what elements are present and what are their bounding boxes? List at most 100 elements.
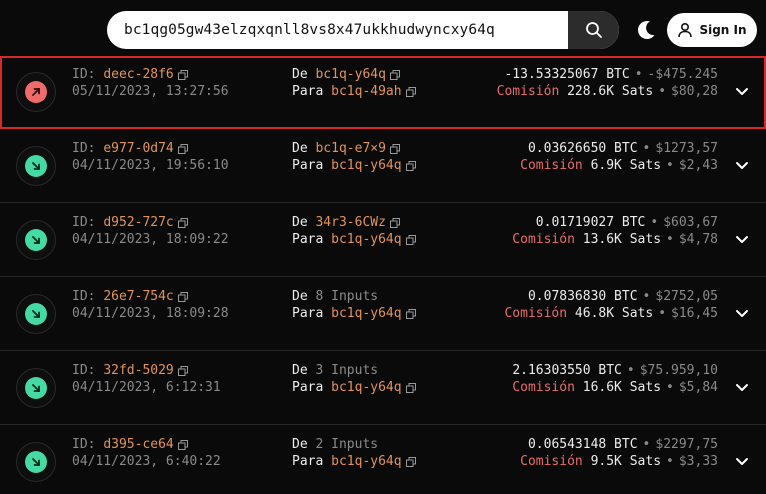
copy-icon[interactable]	[177, 439, 188, 450]
to-label: Para	[292, 84, 324, 99]
transaction-row[interactable]: ID: e977-0d74 04/11/2023, 19:56:10 De bc…	[0, 130, 766, 203]
id-label: ID:	[72, 215, 96, 230]
bullet: •	[666, 232, 674, 247]
direction-badge	[16, 72, 56, 112]
tx-addresses-column: De 34r3-6CWz Para bc1q-y64q	[292, 214, 416, 248]
to-label: Para	[292, 158, 324, 173]
moon-icon	[638, 20, 655, 39]
copy-icon[interactable]	[177, 365, 188, 376]
fee-usd: $16,45	[671, 306, 718, 321]
direction-badge	[16, 146, 56, 186]
copy-icon[interactable]	[177, 143, 188, 154]
sign-in-button[interactable]: Sign In	[667, 13, 757, 47]
copy-icon[interactable]	[405, 160, 416, 171]
copy-icon[interactable]	[405, 456, 416, 467]
id-label: ID:	[72, 363, 96, 378]
from-label: De	[292, 215, 308, 230]
tx-addresses-column: De 2 Inputs Para bc1q-y64q	[292, 436, 416, 470]
fee-sats: 6.9K Sats	[590, 158, 662, 173]
amount-btc: 0.03626650 BTC	[527, 141, 638, 156]
transaction-row[interactable]: ID: d952-727c 04/11/2023, 18:09:22 De 34…	[0, 204, 766, 277]
amount-usd: $75.959,10	[639, 363, 718, 378]
to-address[interactable]: bc1q-y64q	[331, 453, 401, 470]
from-address: 3 Inputs	[315, 363, 379, 378]
bullet: •	[666, 380, 674, 395]
fee-label: Comisión	[520, 454, 583, 469]
from-address[interactable]: bc1q-y64q	[315, 66, 385, 83]
tx-addresses-column: De bc1q-y64q Para bc1q-49ah	[292, 66, 416, 100]
bullet: •	[642, 437, 651, 452]
tx-amount-column: -13.53325067 BTC • -$475.245 Comisión 228.…	[497, 66, 718, 100]
chevron-down-icon[interactable]	[734, 453, 750, 469]
copy-icon[interactable]	[405, 234, 416, 245]
tx-datetime: 04/11/2023, 6:12:31	[72, 380, 221, 395]
copy-icon[interactable]	[389, 143, 400, 154]
copy-icon[interactable]	[405, 382, 416, 393]
to-address[interactable]: bc1q-49ah	[331, 83, 401, 100]
chevron-down-icon[interactable]	[734, 305, 750, 321]
search-button[interactable]	[568, 11, 619, 49]
copy-icon[interactable]	[389, 217, 400, 228]
chevron-down-icon[interactable]	[734, 231, 750, 247]
fee-label: Comisión	[512, 232, 575, 247]
tx-id-link[interactable]: deec-28f6	[103, 66, 173, 83]
amount-btc: 0.01719027 BTC	[535, 215, 646, 230]
direction-badge	[16, 442, 56, 482]
tx-id-column: ID: deec-28f6 05/11/2023, 13:27:56	[72, 66, 229, 100]
bullet: •	[626, 363, 635, 378]
tx-id-link[interactable]: e977-0d74	[103, 140, 173, 157]
user-icon	[678, 22, 693, 38]
transaction-row[interactable]: ID: 32fd-5029 04/11/2023, 6:12:31 De 3 I…	[0, 352, 766, 425]
to-address[interactable]: bc1q-y64q	[331, 379, 401, 396]
to-label: Para	[292, 454, 324, 469]
fee-label: Comisión	[512, 380, 575, 395]
arrow-down-right-icon	[25, 377, 47, 399]
tx-id-link[interactable]: 32fd-5029	[103, 362, 173, 379]
transaction-row[interactable]: ID: 26e7-754c 04/11/2023, 18:09:28 De 8 …	[0, 278, 766, 351]
to-address[interactable]: bc1q-y64q	[331, 305, 401, 322]
tx-amount-column: 0.06543148 BTC • $2297,75 Comisión 9.5K Sa…	[520, 436, 718, 470]
tx-id-link[interactable]: d952-727c	[103, 214, 173, 231]
search-input[interactable]	[107, 11, 568, 49]
to-address[interactable]: bc1q-y64q	[331, 231, 401, 248]
copy-icon[interactable]	[405, 86, 416, 97]
tx-datetime: 04/11/2023, 18:09:28	[72, 306, 229, 321]
copy-icon[interactable]	[177, 217, 188, 228]
tx-id-link[interactable]: 26e7-754c	[103, 288, 173, 305]
theme-toggle-button[interactable]	[633, 17, 659, 43]
fee-label: Comisión	[504, 306, 568, 321]
transaction-row[interactable]: ID: deec-28f6 05/11/2023, 13:27:56 De bc…	[0, 56, 766, 129]
fee-usd: $3,33	[678, 454, 718, 469]
chevron-down-icon[interactable]	[734, 379, 750, 395]
bullet: •	[658, 84, 667, 99]
amount-btc: 0.07836830 BTC	[527, 289, 638, 304]
tx-id-link[interactable]: d395-ce64	[103, 436, 173, 453]
direction-badge	[16, 220, 56, 260]
arrow-down-right-icon	[25, 155, 47, 177]
amount-usd: $2752,05	[655, 289, 718, 304]
amount-usd: $2297,75	[655, 437, 718, 452]
from-address[interactable]: bc1q-e7×9	[315, 140, 385, 157]
from-label: De	[292, 363, 308, 378]
copy-icon[interactable]	[177, 291, 188, 302]
tx-addresses-column: De 3 Inputs Para bc1q-y64q	[292, 362, 416, 396]
fee-label: Comisión	[496, 84, 560, 99]
to-label: Para	[292, 232, 324, 247]
to-address[interactable]: bc1q-y64q	[331, 157, 401, 174]
chevron-down-icon[interactable]	[734, 83, 750, 99]
from-address[interactable]: 34r3-6CWz	[315, 214, 385, 231]
tx-datetime: 04/11/2023, 19:56:10	[72, 158, 229, 173]
amount-btc: 2.16303550 BTC	[512, 363, 622, 378]
bullet: •	[666, 158, 674, 173]
copy-icon[interactable]	[389, 69, 400, 80]
amount-btc: 0.06543148 BTC	[527, 437, 638, 452]
to-label: Para	[292, 306, 324, 321]
from-label: De	[292, 289, 308, 304]
copy-icon[interactable]	[405, 308, 416, 319]
chevron-down-icon[interactable]	[734, 157, 750, 173]
tx-id-column: ID: 26e7-754c 04/11/2023, 18:09:28	[72, 288, 229, 322]
tx-amount-column: 0.01719027 BTC • $603,67 Comisión 13.6K Sa…	[512, 214, 718, 248]
transaction-row[interactable]: ID: d395-ce64 04/11/2023, 6:40:22 De 2 I…	[0, 426, 766, 494]
copy-icon[interactable]	[177, 69, 188, 80]
from-label: De	[292, 67, 308, 82]
